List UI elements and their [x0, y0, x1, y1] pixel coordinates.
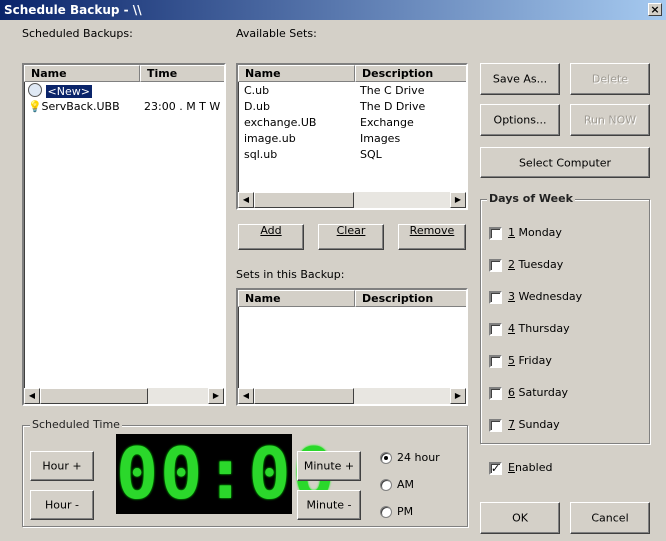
column-header-name[interactable]: Name	[238, 290, 355, 307]
set-name[interactable]: exchange.UB	[244, 115, 316, 130]
friday-checkbox[interactable]	[489, 355, 502, 368]
delete-button[interactable]: Delete	[570, 63, 650, 95]
friday-label[interactable]: 5 Friday	[508, 354, 552, 367]
scroll-thumb[interactable]	[254, 388, 354, 404]
scroll-thumb[interactable]	[254, 192, 354, 208]
enabled-label[interactable]: Enabled	[508, 461, 552, 474]
ok-button[interactable]: OK	[480, 502, 560, 534]
cancel-button[interactable]: Cancel	[570, 502, 650, 534]
horizontal-scrollbar[interactable]: ◀ ▶	[238, 192, 466, 208]
add-button-label: Add	[260, 224, 282, 237]
clear-button-label: Clear	[336, 224, 366, 237]
clock-icon	[28, 83, 42, 97]
scheduled-backups-list[interactable]: Name Time <New> 💡 ServBack.UBB 23:00 . M…	[22, 63, 226, 406]
set-description: The D Drive	[360, 100, 426, 113]
scheduled-time-title: Scheduled Time	[30, 418, 122, 431]
set-name[interactable]: sql.ub	[244, 147, 277, 162]
remove-button[interactable]: Remove	[398, 224, 466, 250]
save-as-button[interactable]: Save As...	[480, 63, 560, 95]
available-sets-label: Available Sets:	[236, 27, 317, 40]
sunday-checkbox[interactable]	[489, 419, 502, 432]
available-sets-list[interactable]: Name Description C.ub The C Drive D.ub T…	[236, 63, 468, 210]
saturday-checkbox[interactable]	[489, 387, 502, 400]
minute-plus-label: Minute +	[303, 459, 355, 473]
scroll-right-icon[interactable]: ▶	[450, 192, 466, 208]
set-description: SQL	[360, 148, 382, 161]
hour-plus-label: Hour +	[42, 459, 82, 473]
wednesday-checkbox[interactable]	[489, 291, 502, 304]
list-item[interactable]: <New>	[28, 83, 92, 98]
set-name[interactable]: D.ub	[244, 99, 270, 114]
set-description: The C Drive	[360, 84, 425, 97]
set-name[interactable]: image.ub	[244, 131, 296, 146]
column-header-time[interactable]: Time	[140, 65, 224, 82]
sunday-label[interactable]: 7 Sunday	[508, 418, 560, 431]
title-bar: Schedule Backup - \\ ×	[0, 0, 666, 20]
select-computer-button[interactable]: Select Computer	[480, 147, 650, 178]
pm-radio[interactable]	[380, 506, 392, 518]
minute-minus-label: Minute -	[306, 498, 352, 512]
save-as-label: Save As...	[492, 72, 548, 86]
24-hour-radio[interactable]	[380, 452, 392, 464]
list-item[interactable]: 💡 ServBack.UBB	[28, 99, 120, 114]
scroll-right-icon[interactable]: ▶	[208, 388, 224, 404]
thursday-label[interactable]: 4 Thursday	[508, 322, 570, 335]
close-button[interactable]: ×	[648, 3, 662, 16]
run-now-button[interactable]: Run NOW	[570, 104, 650, 136]
monday-checkbox[interactable]	[489, 227, 502, 240]
hour-plus-button[interactable]: Hour +	[30, 451, 94, 481]
hour-minus-label: Hour -	[45, 498, 79, 512]
list-item-name: <New>	[45, 85, 92, 98]
scroll-left-icon[interactable]: ◀	[238, 388, 254, 404]
set-name[interactable]: C.ub	[244, 83, 269, 98]
column-header-name[interactable]: Name	[238, 65, 355, 82]
scroll-left-icon[interactable]: ◀	[238, 192, 254, 208]
wednesday-label[interactable]: 3 Wednesday	[508, 290, 582, 303]
scroll-right-icon[interactable]: ▶	[450, 388, 466, 404]
days-of-week-title: Days of Week	[487, 192, 575, 205]
minute-minus-button[interactable]: Minute -	[297, 490, 361, 520]
select-computer-label: Select Computer	[518, 156, 612, 169]
window-title: Schedule Backup - \\	[4, 3, 142, 17]
clear-button[interactable]: Clear	[318, 224, 384, 250]
tuesday-checkbox[interactable]	[489, 259, 502, 272]
saturday-label[interactable]: 6 Saturday	[508, 386, 568, 399]
options-label: Options...	[493, 113, 547, 127]
set-description: Images	[360, 132, 401, 145]
monday-label[interactable]: 1 Monday	[508, 226, 562, 239]
horizontal-scrollbar[interactable]: ◀ ▶	[24, 388, 224, 404]
pm-label[interactable]: PM	[397, 505, 413, 518]
lightbulb-icon: 💡	[28, 100, 42, 113]
scroll-thumb[interactable]	[40, 388, 148, 404]
enabled-checkbox[interactable]: ✓	[489, 462, 502, 475]
column-header-description[interactable]: Description	[355, 65, 466, 82]
horizontal-scrollbar[interactable]: ◀ ▶	[238, 388, 466, 404]
delete-label: Delete	[591, 72, 629, 86]
run-now-label: Run NOW	[583, 113, 637, 127]
minute-plus-button[interactable]: Minute +	[297, 451, 361, 481]
scroll-left-icon[interactable]: ◀	[24, 388, 40, 404]
options-button[interactable]: Options...	[480, 104, 560, 136]
set-description: Exchange	[360, 116, 414, 129]
list-item-time: 23:00 . M T W	[144, 100, 221, 113]
list-item-name: ServBack.UBB	[41, 100, 120, 113]
cancel-label: Cancel	[591, 511, 629, 525]
thursday-checkbox[interactable]	[489, 323, 502, 336]
hour-minus-button[interactable]: Hour -	[30, 490, 94, 520]
add-button[interactable]: Add	[238, 224, 304, 250]
am-radio[interactable]	[380, 479, 392, 491]
column-header-name[interactable]: Name	[24, 65, 140, 82]
clock-display: 00:00	[116, 433, 337, 515]
column-header-description[interactable]: Description	[355, 290, 466, 307]
sets-in-backup-label: Sets in this Backup:	[236, 268, 345, 281]
remove-button-label: Remove	[409, 224, 455, 237]
24-hour-label[interactable]: 24 hour	[397, 451, 440, 464]
tuesday-label[interactable]: 2 Tuesday	[508, 258, 563, 271]
am-label[interactable]: AM	[397, 478, 414, 491]
scheduled-backups-label: Scheduled Backups:	[22, 27, 133, 40]
sets-in-backup-list[interactable]: Name Description ◀ ▶	[236, 288, 468, 406]
ok-label: OK	[512, 511, 528, 525]
